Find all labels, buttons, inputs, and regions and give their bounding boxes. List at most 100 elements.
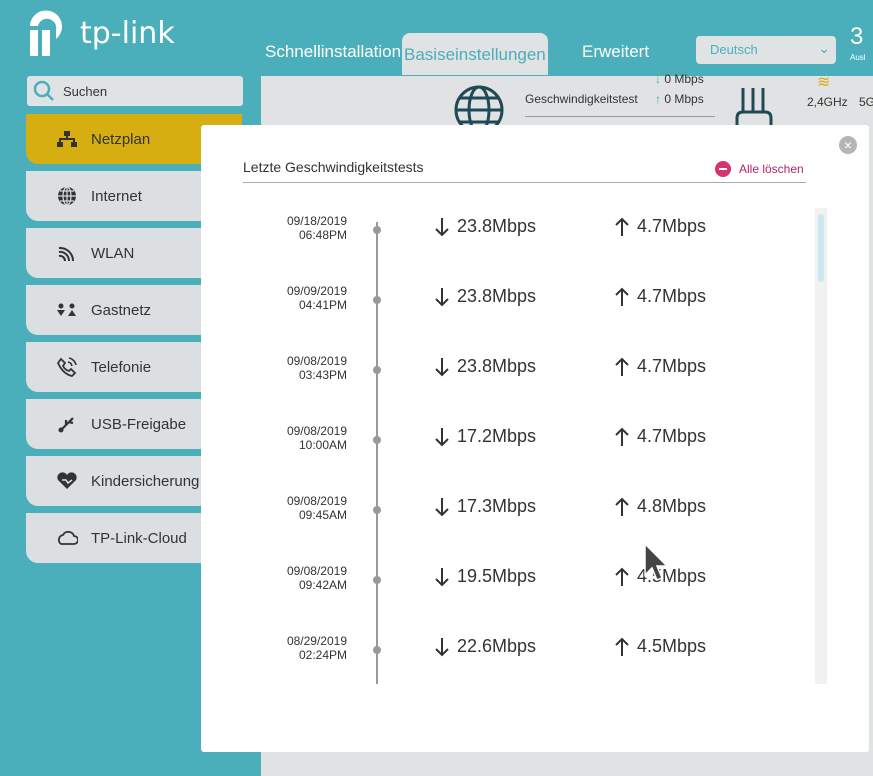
speedtest-entry: 09/08/2019 10:00AM 17.2Mbps 4.7Mbps [201, 424, 801, 494]
test-datetime: 09/08/2019 09:42AM [261, 564, 347, 592]
test-date: 09/08/2019 [286, 494, 347, 508]
tp-link-logo-icon [30, 10, 62, 56]
band-24ghz[interactable]: 2,4GHz [807, 95, 848, 109]
test-time: 02:24PM [298, 648, 347, 662]
arrow-up-icon: ↑ [655, 92, 661, 106]
download-value: 22.6Mbps [457, 636, 537, 656]
upload-value: 4.7Mbps [637, 426, 707, 446]
sidebar-item-label: Gastnetz [91, 301, 152, 319]
arrow-down-icon [435, 427, 449, 446]
logo-text: tp-link [80, 15, 175, 51]
timeline-dot [373, 366, 381, 374]
download-speed: 19.5Mbps [435, 566, 585, 587]
arrow-up-icon [615, 567, 629, 586]
arrow-down-icon [435, 287, 449, 306]
language-select[interactable]: Deutsch ⌄ [696, 36, 836, 64]
sidebar-item-label: USB-Freigabe [91, 415, 187, 433]
bg-upload-unit: Mbps [674, 92, 704, 106]
arrow-down-icon [435, 217, 449, 236]
test-datetime: 09/08/2019 10:00AM [261, 424, 347, 452]
download-value: 17.3Mbps [457, 496, 537, 516]
tab-schnellinstallation[interactable]: Schnellinstallation [265, 42, 401, 62]
logout-label: Ausl [850, 53, 866, 62]
download-value: 23.8Mbps [457, 286, 537, 306]
arrow-down-icon [435, 567, 449, 586]
search-placeholder: Suchen [63, 83, 108, 99]
tab-basiseinstellungen[interactable]: Basiseinstellungen [402, 33, 548, 75]
scrollbar[interactable] [815, 208, 827, 684]
arrow-down-icon [435, 497, 449, 516]
timeline-dot [373, 436, 381, 444]
tp-link-logo: tp-link [26, 8, 175, 58]
test-date: 09/08/2019 [286, 424, 347, 438]
arrow-down-icon: ↓ [655, 72, 661, 86]
test-datetime: 09/08/2019 03:43PM [261, 354, 347, 382]
speedtest-entry: 09/08/2019 03:43PM 23.8Mbps 4.7Mbps [201, 354, 801, 424]
speedtest-history-modal: Letzte Geschwindigkeitstests Alle lösche… [201, 125, 869, 752]
phone-icon [53, 357, 81, 377]
test-time: 10:00AM [298, 438, 347, 452]
upload-speed: 4.7Mbps [615, 356, 765, 377]
test-datetime: 09/18/2019 06:48PM [261, 214, 347, 242]
test-time: 03:43PM [298, 368, 347, 382]
test-time: 09:42AM [298, 578, 347, 592]
test-datetime: 08/29/2019 02:24PM [261, 634, 347, 662]
speedtest-list: 09/18/2019 06:48PM 23.8Mbps 4.7Mbps 09/09/… [201, 125, 801, 725]
test-date: 09/18/2019 [286, 214, 347, 228]
speedtest-entry: 09/18/2019 06:48PM 23.8Mbps 4.7Mbps [201, 214, 801, 284]
download-speed: 17.2Mbps [435, 426, 585, 447]
test-time: 06:48PM [298, 228, 347, 242]
speedtest-label[interactable]: Geschwindigkeitstest [525, 92, 638, 106]
close-icon[interactable]: × [839, 136, 857, 154]
timeline-dot [373, 226, 381, 234]
speedtest-entry: 09/08/2019 09:45AM 17.3Mbps 4.8Mbps [201, 494, 801, 564]
download-speed: 23.8Mbps [435, 216, 585, 237]
wifi-locked-icon: ≋ [817, 74, 831, 91]
divider [525, 116, 715, 117]
timeline-dot [373, 506, 381, 514]
download-value: 23.8Mbps [457, 216, 537, 236]
usb-icon [53, 415, 81, 433]
network-map-icon [53, 131, 81, 147]
timeline-dot [373, 296, 381, 304]
bg-upload: ↑ 0 Mbps [655, 92, 704, 106]
logout-button[interactable]: 3 Ausl [850, 25, 873, 65]
upload-speed: 4.7Mbps [615, 216, 765, 237]
sidebar-item-label: Netzplan [91, 130, 151, 148]
arrow-down-icon [435, 637, 449, 656]
wifi-icon [53, 245, 81, 261]
tab-erweitert[interactable]: Erweitert [582, 42, 649, 62]
download-speed: 22.6Mbps [435, 636, 585, 657]
arrow-down-icon [435, 357, 449, 376]
upload-speed: 4.5Mbps [615, 636, 765, 657]
bg-upload-value: 0 [664, 92, 672, 106]
sidebar-item-label: TP-Link-Cloud [91, 529, 187, 547]
upload-value: 4.7Mbps [637, 216, 707, 236]
search-input[interactable]: Suchen [27, 76, 243, 106]
cloud-icon [53, 531, 81, 545]
router-icon [735, 88, 773, 128]
heart-icon [53, 472, 81, 490]
download-speed: 17.3Mbps [435, 496, 585, 517]
test-time: 04:41PM [298, 298, 347, 312]
chevron-down-icon: ⌄ [818, 40, 830, 56]
test-time: 09:45AM [298, 508, 347, 522]
band-5ghz[interactable]: 5G [859, 95, 873, 109]
speedtest-entry: 09/08/2019 09:42AM 19.5Mbps 4.5Mbps [201, 564, 801, 634]
test-datetime: 09/09/2019 04:41PM [261, 284, 347, 312]
sidebar-item-label: WLAN [91, 244, 135, 262]
test-date: 09/08/2019 [286, 564, 347, 578]
mouse-cursor-icon [644, 543, 669, 581]
upload-value: 4.7Mbps [637, 286, 707, 306]
sidebar-item-label: Telefonie [91, 358, 152, 376]
speedtest-entry: 09/09/2019 04:41PM 23.8Mbps 4.7Mbps [201, 284, 801, 354]
scrollbar-thumb[interactable] [818, 214, 824, 282]
sidebar-item-label: Kindersicherung [91, 472, 200, 490]
arrow-up-icon [615, 217, 629, 236]
arrow-up-icon [615, 497, 629, 516]
upload-value: 4.7Mbps [637, 356, 707, 376]
test-date: 08/29/2019 [286, 634, 347, 648]
upload-speed: 4.5Mbps [615, 566, 765, 587]
bg-download-value: 0 [664, 72, 672, 86]
download-value: 17.2Mbps [457, 426, 537, 446]
